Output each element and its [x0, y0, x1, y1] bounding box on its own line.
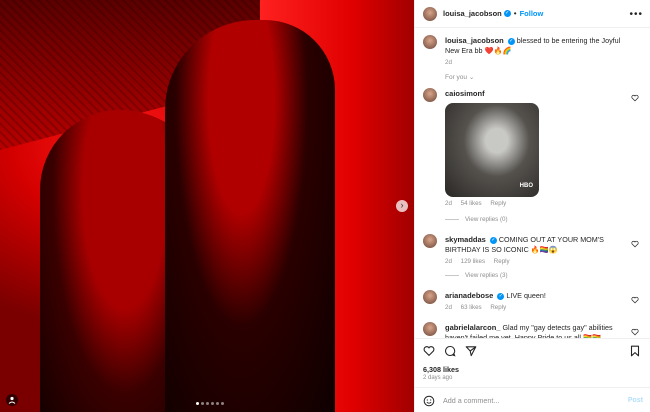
bookmark-icon[interactable] [629, 345, 641, 357]
emoji-icon[interactable] [423, 395, 435, 407]
reply-button[interactable]: Reply [490, 304, 506, 311]
comment-input[interactable] [443, 396, 613, 405]
caption-time: 2d [445, 59, 452, 66]
post-photo[interactable]: › [0, 0, 414, 412]
view-replies-text[interactable]: View replies (0) [445, 216, 508, 223]
caption-body: louisa_jacobson ✓ blessed to be entering… [445, 36, 635, 68]
post-comment-button[interactable]: Post [628, 397, 643, 404]
comment-username[interactable]: skymaddas [445, 235, 486, 244]
carousel-dot [221, 402, 224, 405]
comment-icon[interactable] [444, 345, 456, 357]
comment-likes[interactable]: 129 likes [461, 258, 485, 265]
heart-icon[interactable] [631, 296, 639, 304]
comment-body: gabrielalarcon_ Glad my "gay detects gay… [445, 323, 635, 338]
view-replies[interactable]: View replies (0) [423, 216, 508, 223]
follow-button[interactable]: Follow [520, 9, 544, 18]
carousel-dot [216, 402, 219, 405]
comment-time: 2d [445, 258, 452, 265]
heart-icon[interactable] [631, 240, 639, 248]
comment-composer: Post [415, 387, 650, 412]
comment-likes[interactable]: 63 likes [461, 304, 482, 311]
verified-badge: ✓ [489, 236, 497, 244]
comment-gif[interactable]: HBO [445, 103, 539, 197]
for-you-text: For you [445, 74, 468, 81]
comment-username[interactable]: arianadebose [445, 291, 493, 300]
comment-text: LIVE queen! [506, 291, 546, 300]
comment-username[interactable]: caiosimonf [445, 89, 485, 98]
carousel-dots [196, 402, 224, 405]
likes-count[interactable]: 6,308 likes [423, 365, 459, 374]
reply-button[interactable]: Reply [494, 258, 510, 265]
verified-badge: ✓ [507, 37, 515, 45]
author-avatar[interactable] [423, 35, 437, 49]
comment-time: 2d [445, 200, 452, 207]
action-icons [423, 345, 477, 357]
share-icon[interactable] [465, 345, 477, 357]
verified-badge: ✓ [503, 10, 511, 17]
author-username[interactable]: louisa_jacobson [443, 9, 502, 18]
heart-icon[interactable] [631, 94, 639, 102]
comment-body: caiosimonf HBO 2d 54 likes Reply [445, 89, 635, 209]
commenter-avatar[interactable] [423, 88, 437, 102]
photo-person-right [165, 20, 335, 412]
commenter-avatar[interactable] [423, 290, 437, 304]
comment-meta: 2d 63 likes Reply [445, 303, 635, 313]
reply-button[interactable]: Reply [490, 200, 506, 207]
caption-meta: 2d [445, 58, 635, 68]
verified-badge: ✓ [497, 292, 505, 300]
comments-list[interactable]: louisa_jacobson ✓ blessed to be entering… [415, 28, 650, 338]
for-you-label: For you ⌄ [445, 74, 475, 81]
post-sidebar: louisa_jacobson ✓ • Follow ••• louisa_ja… [414, 0, 650, 412]
comment-meta: 2d 129 likes Reply [445, 257, 635, 267]
comment-meta: 2d 54 likes Reply [445, 199, 635, 209]
tag-icon[interactable] [6, 394, 18, 406]
commenter-avatar[interactable] [423, 322, 437, 336]
heart-icon[interactable] [423, 345, 435, 357]
chevron-right-icon[interactable]: › [396, 200, 408, 212]
action-bar: 6,308 likes 2 days ago Post [415, 338, 650, 412]
header-separator: • [513, 9, 517, 18]
more-icon[interactable]: ••• [629, 9, 643, 20]
comment-body: skymaddas ✓ COMING OUT AT YOUR MOM'S BIR… [445, 235, 635, 267]
heart-icon[interactable] [631, 328, 639, 336]
commenter-avatar[interactable] [423, 234, 437, 248]
carousel-dot [201, 402, 204, 405]
comment-likes[interactable]: 54 likes [461, 200, 482, 207]
comment-body: arianadebose ✓ LIVE queen! 2d 63 likes R… [445, 291, 635, 313]
carousel-dot [206, 402, 209, 405]
author-avatar[interactable] [423, 6, 437, 21]
caption-username[interactable]: louisa_jacobson [445, 36, 504, 45]
carousel-dot [196, 402, 199, 405]
view-replies-text[interactable]: View replies (3) [445, 272, 508, 279]
comment-time: 2d [445, 304, 452, 311]
gif-badge: HBO [519, 183, 533, 189]
view-replies[interactable]: View replies (3) [423, 272, 508, 279]
comment-username[interactable]: gabrielalarcon_ [445, 323, 500, 332]
post-time: 2 days ago [423, 375, 453, 381]
carousel-dot [211, 402, 214, 405]
post-header: louisa_jacobson ✓ • Follow ••• [415, 0, 650, 28]
